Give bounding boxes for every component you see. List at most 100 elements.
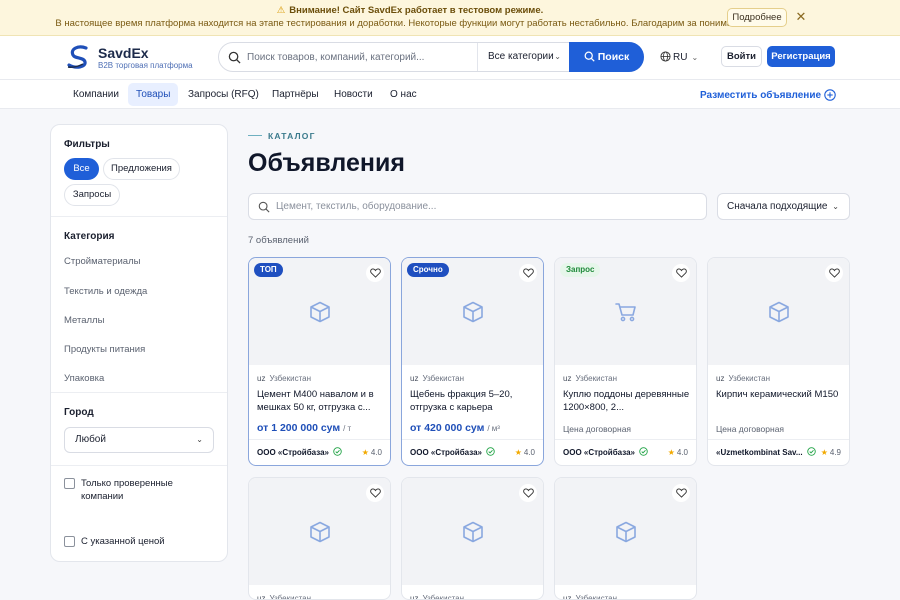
favorite-button[interactable] — [672, 484, 690, 502]
favorite-button[interactable] — [519, 264, 537, 282]
banner-title: Внимание! Сайт SavdEx работает в тестово… — [289, 5, 544, 16]
country-code: uz — [410, 594, 419, 600]
chip-all[interactable]: Все — [64, 158, 99, 180]
divider — [708, 439, 849, 440]
city-select[interactable]: Любой ⌄ — [64, 427, 214, 453]
listing-card[interactable]: uz Узбекистан — [554, 477, 697, 600]
city-title: Город — [64, 407, 94, 418]
seller-name[interactable]: ООО «Стройбаза» — [410, 448, 482, 457]
listing-search — [248, 193, 707, 220]
listing-search-input[interactable] — [276, 194, 696, 219]
globe-icon — [660, 51, 671, 62]
heart-icon — [369, 268, 381, 278]
heart-icon — [369, 488, 381, 498]
listing-badge: ТОП — [254, 263, 283, 277]
listing-card[interactable]: uz Узбекистан — [401, 477, 544, 600]
star-icon: ★ — [514, 448, 522, 457]
rating-value: 4.9 — [829, 448, 841, 457]
country-code: uz — [563, 374, 572, 383]
seller-name[interactable]: ООО «Стройбаза» — [563, 448, 635, 457]
listing-title[interactable]: Цемент М400 навалом и в мешках 50 кг, от… — [257, 388, 385, 415]
listing-country: uz Узбекистан — [716, 374, 770, 383]
city-select-value: Любой — [75, 434, 106, 445]
search-icon — [258, 201, 270, 213]
box-icon — [769, 301, 789, 323]
chevron-down-icon: ⌄ — [691, 53, 699, 62]
sort-select[interactable]: Сначала подходящие ⌄ — [717, 193, 850, 220]
chip-offers[interactable]: Предложения — [103, 158, 180, 180]
listing-title[interactable]: Щебень фракция 5–20, отгрузка с карьера — [410, 388, 538, 415]
priced-checkbox-label[interactable]: С указанной ценой — [81, 535, 211, 548]
category-select-value: Все категории — [488, 51, 554, 62]
category-item[interactable]: Металлы — [64, 315, 104, 326]
favorite-button[interactable] — [366, 264, 384, 282]
category-item[interactable]: Текстиль и одежда — [64, 286, 147, 297]
catalog-kicker: КАТАЛОГ — [248, 131, 316, 141]
listing-country: uz Узбекистан — [410, 594, 464, 600]
seller-name[interactable]: «Uzmetkombinat Sav... — [716, 448, 803, 457]
verified-checkbox[interactable] — [64, 478, 75, 489]
brand-name[interactable]: SavdEx — [98, 45, 149, 61]
country-code: uz — [716, 374, 725, 383]
country-name: Узбекистан — [269, 594, 312, 600]
listing-card[interactable]: ТОП uz Узбекистан Цемент М400 навалом и в м… — [248, 257, 391, 466]
listing-card[interactable]: uz Узбекистан — [248, 477, 391, 600]
listing-country: uz Узбекистан — [410, 374, 464, 383]
country-name: Узбекистан — [269, 374, 312, 383]
register-button[interactable]: Регистрация — [767, 46, 835, 67]
divider — [555, 439, 696, 440]
country-name: Узбекистан — [575, 594, 618, 600]
listing-card[interactable]: Запрос uz Узбекистан Куплю поддоны деревянн… — [554, 257, 697, 466]
verified-badge — [639, 447, 648, 456]
search-icon — [228, 51, 241, 64]
page-title: Объявления — [248, 149, 405, 177]
listing-price: от 1 200 000 сум / т — [257, 422, 351, 434]
verified-badge — [807, 447, 816, 456]
global-search-input[interactable] — [247, 43, 475, 71]
test-mode-banner: ⚠ Внимание! Сайт SavdEx работает в тестов… — [0, 0, 900, 36]
seller-rating: ★ 4.0 — [362, 448, 382, 457]
search-button[interactable]: Поиск — [569, 42, 644, 72]
verified-checkbox-label[interactable]: Только проверенные компании — [81, 477, 211, 503]
kicker-line — [248, 135, 262, 136]
star-icon: ★ — [667, 448, 675, 457]
heart-icon — [522, 268, 534, 278]
search-icon — [584, 51, 595, 62]
listing-card[interactable]: Срочно uz Узбекистан Щебень фракция 5–20, о… — [401, 257, 544, 466]
login-button[interactable]: Войти — [721, 46, 762, 67]
listing-country: uz Узбекистан — [563, 594, 618, 600]
favorite-button[interactable] — [519, 484, 537, 502]
listing-card[interactable]: uz Узбекистан Кирпич керамический М150 Цена… — [707, 257, 850, 466]
nav-item-news[interactable]: Новости — [326, 83, 381, 106]
category-item[interactable]: Стройматериалы — [64, 256, 140, 267]
chip-requests[interactable]: Запросы — [64, 184, 120, 206]
category-item[interactable]: Продукты питания — [64, 344, 145, 355]
category-title: Категория — [64, 231, 115, 242]
seller-name[interactable]: ООО «Стройбаза» — [257, 448, 329, 457]
results-count: 7 объявлений — [248, 235, 309, 246]
verified-icon — [807, 447, 816, 456]
nav-item-rfq[interactable]: Запросы (RFQ) — [180, 83, 267, 106]
favorite-button[interactable] — [672, 264, 690, 282]
category-item[interactable]: Упаковка — [64, 373, 104, 384]
nav-item-partners[interactable]: Партнёры — [264, 83, 327, 106]
rating-value: 4.0 — [523, 448, 535, 457]
priced-checkbox[interactable] — [64, 536, 75, 547]
rating-value: 4.0 — [370, 448, 382, 457]
close-icon[interactable]: ✕ — [794, 9, 808, 25]
favorite-button[interactable] — [825, 264, 843, 282]
nav-item-about[interactable]: О нас — [382, 83, 425, 106]
language-value: RU — [673, 52, 688, 63]
listing-title[interactable]: Куплю поддоны деревянные 1200×800, 2... — [563, 388, 691, 415]
listing-country: uz Узбекистан — [257, 374, 311, 383]
banner-more-button[interactable]: Подробнее — [727, 8, 787, 27]
category-select[interactable]: Все категории ⌄ — [477, 43, 570, 71]
nav-item-companies[interactable]: Компании — [65, 83, 127, 106]
nav-item-products[interactable]: Товары — [128, 83, 179, 106]
post-listing-link[interactable]: Разместить объявление — [700, 89, 836, 101]
box-icon — [463, 301, 483, 323]
heart-icon — [522, 488, 534, 498]
listing-title[interactable]: Кирпич керамический М150 — [716, 388, 844, 415]
language-select[interactable]: RU ⌄ — [660, 51, 698, 63]
favorite-button[interactable] — [366, 484, 384, 502]
